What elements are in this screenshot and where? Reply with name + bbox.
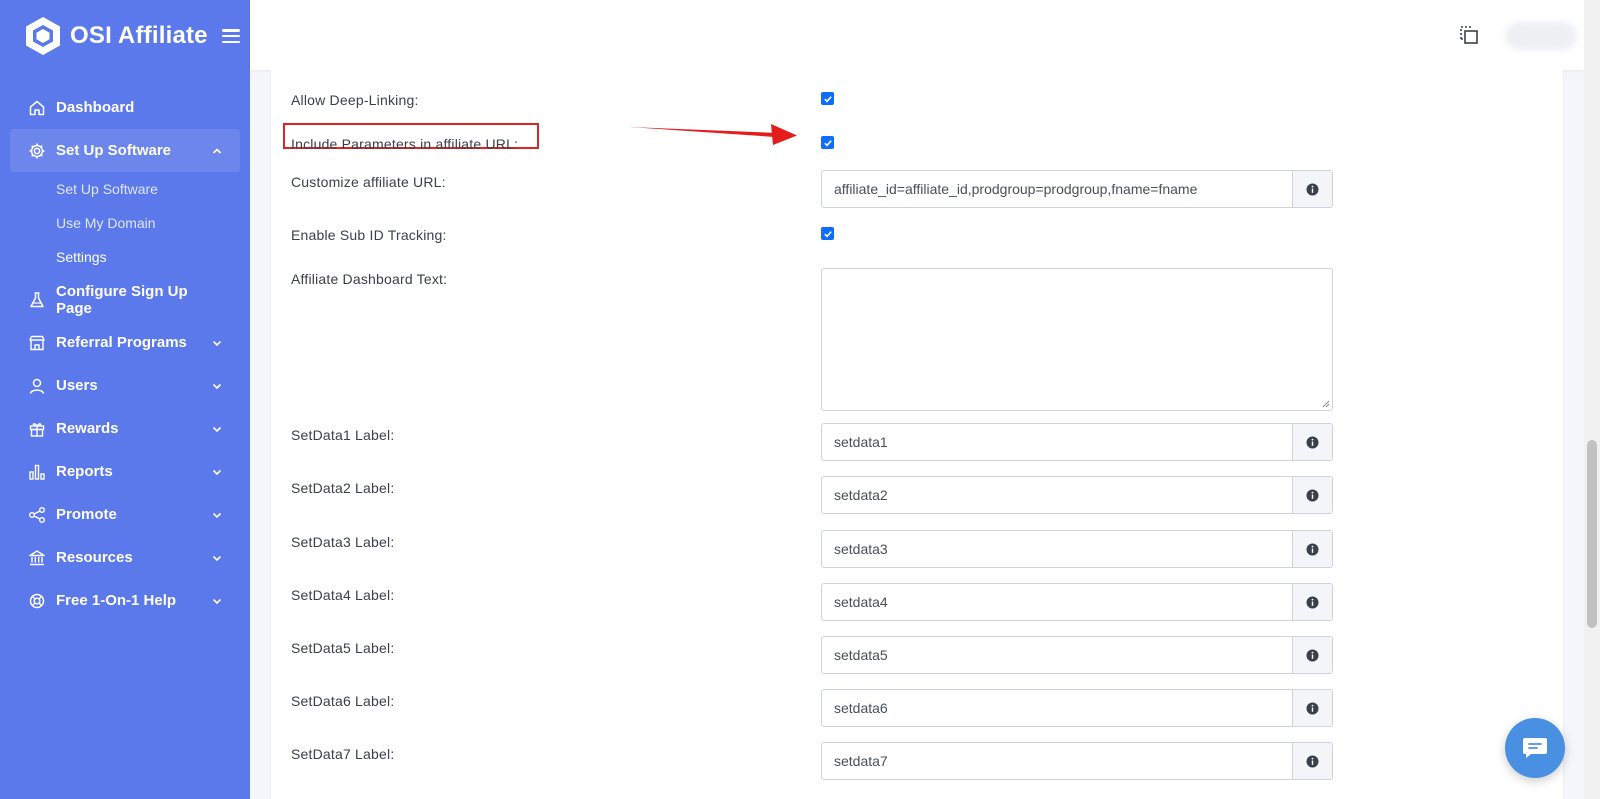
setdata-input[interactable] bbox=[822, 477, 1292, 513]
check-icon bbox=[823, 95, 832, 102]
chevron-down-icon bbox=[212, 426, 222, 432]
setdata-input[interactable] bbox=[822, 531, 1292, 567]
setdata-label: SetData5 Label: bbox=[291, 640, 395, 656]
chevron-down-icon bbox=[212, 598, 222, 604]
setdata-label: SetData6 Label: bbox=[291, 693, 395, 709]
setdata-group bbox=[821, 476, 1333, 514]
include-params-checkbox[interactable] bbox=[821, 136, 834, 149]
store-icon bbox=[29, 335, 45, 350]
info-icon bbox=[1306, 489, 1319, 501]
user-icon bbox=[29, 378, 45, 394]
setdata-info-button[interactable] bbox=[1292, 424, 1332, 460]
chat-icon bbox=[1523, 738, 1547, 758]
setdata-label: SetData3 Label: bbox=[291, 534, 395, 550]
top-bar bbox=[250, 0, 1584, 70]
sidebar-subitem-settings[interactable]: Settings bbox=[0, 240, 250, 274]
chevron-down-icon bbox=[212, 383, 222, 389]
chevron-down-icon bbox=[212, 469, 222, 475]
page-scrollbar[interactable] bbox=[1584, 0, 1600, 799]
allow-deep-linking-label: Allow Deep-Linking: bbox=[291, 92, 419, 108]
check-icon bbox=[823, 230, 832, 237]
sidebar-item-users[interactable]: Users bbox=[10, 364, 240, 407]
setdata-label: SetData4 Label: bbox=[291, 587, 395, 603]
info-icon bbox=[1306, 755, 1319, 767]
sidebar-item-referral-programs[interactable]: Referral Programs bbox=[10, 321, 240, 364]
info-icon bbox=[1306, 543, 1319, 555]
setdata-label: SetData2 Label: bbox=[291, 480, 395, 496]
copy-icon[interactable] bbox=[1458, 24, 1480, 46]
gift-icon bbox=[29, 422, 45, 437]
bank-icon bbox=[29, 549, 45, 565]
gear-icon bbox=[29, 143, 45, 158]
brand-name: OSI Affiliate bbox=[70, 22, 208, 49]
info-icon bbox=[1306, 436, 1319, 448]
customize-url-label: Customize affiliate URL: bbox=[291, 174, 446, 190]
osi-logo-icon bbox=[26, 17, 60, 55]
sidebar-subnav: Set Up Software Use My Domain Settings bbox=[0, 172, 250, 274]
info-icon bbox=[1306, 596, 1319, 608]
setdata-group bbox=[821, 423, 1333, 461]
avatar[interactable] bbox=[1505, 22, 1577, 50]
check-icon bbox=[823, 139, 832, 146]
setdata-group bbox=[821, 689, 1333, 727]
sidebar-item-set-up-software[interactable]: Set Up Software bbox=[10, 129, 240, 172]
home-icon bbox=[29, 100, 45, 115]
sidebar-item-reports[interactable]: Reports bbox=[10, 450, 240, 493]
sidebar-item-rewards[interactable]: Rewards bbox=[10, 407, 240, 450]
setdata-group bbox=[821, 530, 1333, 568]
sidebar: OSI Affiliate Dashboard Set Up Software … bbox=[0, 0, 250, 799]
setdata-input[interactable] bbox=[822, 637, 1292, 673]
allow-deep-linking-checkbox[interactable] bbox=[821, 92, 834, 105]
chat-widget-button[interactable] bbox=[1505, 718, 1565, 778]
chevron-down-icon bbox=[212, 512, 222, 518]
setdata-group bbox=[821, 742, 1333, 780]
setdata-input[interactable] bbox=[822, 424, 1292, 460]
scrollbar-thumb[interactable] bbox=[1587, 440, 1597, 628]
setdata-info-button[interactable] bbox=[1292, 743, 1332, 779]
info-icon bbox=[1306, 183, 1319, 195]
setdata-info-button[interactable] bbox=[1292, 531, 1332, 567]
setdata-input[interactable] bbox=[822, 743, 1292, 779]
sidebar-nav: Dashboard Set Up Software Set Up Softwar… bbox=[0, 86, 250, 622]
include-params-label: Include Parameters in affiliate URL: bbox=[291, 136, 519, 152]
sidebar-subitem-set-up-software[interactable]: Set Up Software bbox=[0, 172, 250, 206]
sub-id-checkbox[interactable] bbox=[821, 227, 834, 240]
red-arrow-annotation bbox=[629, 124, 797, 145]
share-icon bbox=[29, 506, 45, 523]
lifebuoy-icon bbox=[29, 593, 45, 608]
menu-toggle-icon[interactable] bbox=[221, 29, 240, 43]
sidebar-subitem-use-my-domain[interactable]: Use My Domain bbox=[0, 206, 250, 240]
setdata-label: SetData7 Label: bbox=[291, 746, 395, 762]
setdata-label: SetData1 Label: bbox=[291, 427, 395, 443]
chevron-up-icon bbox=[212, 147, 222, 154]
chevron-down-icon bbox=[212, 340, 222, 346]
sidebar-item-resources[interactable]: Resources bbox=[10, 536, 240, 579]
info-icon bbox=[1306, 702, 1319, 714]
sidebar-item-dashboard[interactable]: Dashboard bbox=[10, 86, 240, 129]
setdata-info-button[interactable] bbox=[1292, 637, 1332, 673]
customize-url-input[interactable] bbox=[822, 171, 1292, 207]
sidebar-item-configure-sign-up-page[interactable]: Configure Sign Up Page bbox=[10, 278, 240, 321]
resize-grip-icon[interactable] bbox=[1321, 399, 1330, 408]
sidebar-item-promote[interactable]: Promote bbox=[10, 493, 240, 536]
customize-url-group bbox=[821, 170, 1333, 208]
customize-url-info-button[interactable] bbox=[1292, 171, 1332, 207]
dashboard-text-textarea[interactable] bbox=[821, 268, 1333, 411]
info-icon bbox=[1306, 649, 1319, 661]
brand: OSI Affiliate bbox=[0, 0, 250, 72]
setdata-group bbox=[821, 636, 1333, 674]
setdata-input[interactable] bbox=[822, 584, 1292, 620]
setdata-input[interactable] bbox=[822, 690, 1292, 726]
flask-icon bbox=[30, 291, 44, 307]
setdata-group bbox=[821, 583, 1333, 621]
setdata-info-button[interactable] bbox=[1292, 584, 1332, 620]
settings-form: Allow Deep-Linking: Include Parameters i… bbox=[270, 70, 1564, 799]
sub-id-label: Enable Sub ID Tracking: bbox=[291, 227, 447, 243]
sidebar-item-free-help[interactable]: Free 1-On-1 Help bbox=[10, 579, 240, 622]
setdata-info-button[interactable] bbox=[1292, 690, 1332, 726]
bar-chart-icon bbox=[29, 464, 45, 480]
dashboard-text-label: Affiliate Dashboard Text: bbox=[291, 271, 448, 287]
chevron-down-icon bbox=[212, 555, 222, 561]
setdata-info-button[interactable] bbox=[1292, 477, 1332, 513]
